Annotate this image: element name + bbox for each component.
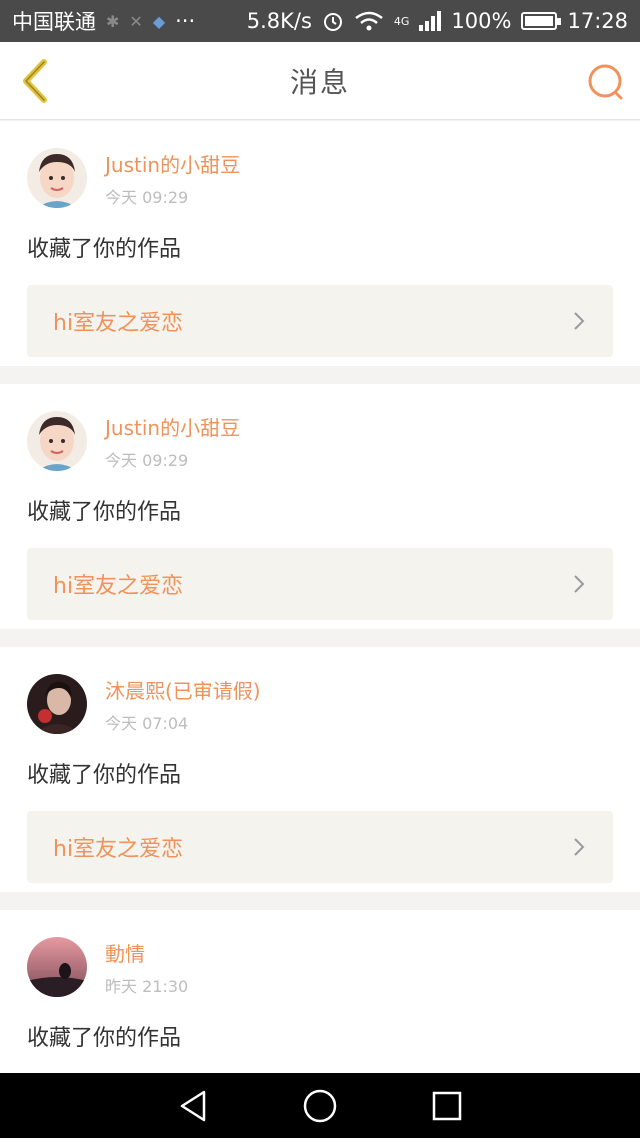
work-title: hi室友之爱恋 [53, 837, 184, 862]
work-title: hi室友之爱恋 [53, 311, 184, 336]
notification-card: 動情 昨天 21:30 收藏了你的作品 [0, 910, 640, 1085]
work-link[interactable]: hi室友之爱恋 [27, 548, 613, 620]
card-header: Justin的小甜豆 今天 09:29 [27, 410, 613, 472]
bluetooth-icon: ✱ [106, 11, 120, 31]
chevron-right-icon [574, 312, 585, 330]
avatar[interactable] [27, 674, 87, 734]
action-text: 收藏了你的作品 [27, 500, 182, 525]
action-text: 收藏了你的作品 [27, 763, 182, 788]
avatar[interactable] [27, 937, 87, 997]
back-chevron-icon[interactable] [16, 58, 60, 104]
username[interactable]: 沐晨熙(已审请假) [105, 675, 261, 704]
avatar-2-image [27, 674, 87, 734]
username[interactable]: 動情 [105, 938, 188, 967]
page-title: 消息 [289, 65, 350, 99]
card-header: 沐晨熙(已审请假) 今天 07:04 [27, 673, 613, 735]
recents-square-icon[interactable] [431, 1090, 463, 1122]
chevron-right-icon [574, 575, 585, 593]
avatar-3-image [27, 937, 87, 997]
notification-card: Justin的小甜豆 今天 09:29 收藏了你的作品 hi室友之爱恋 [0, 121, 640, 366]
card-meta: Justin的小甜豆 今天 09:29 [105, 149, 240, 208]
battery-level-fill [525, 16, 554, 26]
avatar[interactable] [27, 411, 87, 471]
status-right: 5.8K/s 4G 100% 17:28 [247, 9, 628, 33]
timestamp: 今天 09:29 [105, 187, 189, 207]
alarm-icon [323, 13, 342, 31]
status-left: 中国联通 ✱ ✕ ◆ ··· [12, 6, 195, 36]
card-meta: Justin的小甜豆 今天 09:29 [105, 412, 240, 471]
carrier-label: 中国联通 [12, 10, 96, 34]
sim-icon: ✕ [129, 11, 143, 31]
network-type: 4G [393, 14, 410, 28]
status-bar: 中国联通 ✱ ✕ ◆ ··· 5.8K/s 4G 100% 17:28 [0, 0, 640, 42]
timestamp: 今天 07:04 [105, 713, 189, 733]
more-dots-icon: ··· [175, 9, 196, 33]
avatar-1-image [27, 411, 87, 471]
timestamp: 昨天 21:30 [105, 976, 189, 996]
username[interactable]: Justin的小甜豆 [105, 149, 240, 178]
clock: 17:28 [567, 9, 628, 33]
system-nav-bar [0, 1073, 640, 1138]
timestamp: 今天 09:29 [105, 450, 189, 470]
avatar-1-image [27, 148, 87, 208]
notification-feed: Justin的小甜豆 今天 09:29 收藏了你的作品 hi室友之爱恋 Just… [0, 121, 640, 1085]
app-notification-icon: ◆ [152, 11, 166, 31]
action-text: 收藏了你的作品 [27, 237, 182, 262]
wifi-icon [355, 11, 383, 31]
chevron-right-icon [574, 838, 585, 856]
card-header: Justin的小甜豆 今天 09:29 [27, 147, 613, 209]
avatar[interactable] [27, 148, 87, 208]
username[interactable]: Justin的小甜豆 [105, 412, 240, 441]
card-meta: 沐晨熙(已审请假) 今天 07:04 [105, 675, 261, 734]
work-link[interactable]: hi室友之爱恋 [27, 811, 613, 883]
back-triangle-icon[interactable] [177, 1089, 209, 1123]
card-header: 動情 昨天 21:30 [27, 936, 613, 998]
signal-icon [419, 11, 442, 31]
battery-icon [521, 12, 562, 30]
search-icon[interactable] [586, 62, 626, 102]
work-title: hi室友之爱恋 [53, 574, 184, 599]
battery-percent: 100% [451, 9, 512, 33]
notification-card: 沐晨熙(已审请假) 今天 07:04 收藏了你的作品 hi室友之爱恋 [0, 647, 640, 892]
card-meta: 動情 昨天 21:30 [105, 938, 188, 997]
action-text: 收藏了你的作品 [27, 1026, 182, 1051]
home-circle-icon[interactable] [302, 1088, 338, 1124]
nav-bar: 消息 [0, 42, 640, 120]
work-link[interactable]: hi室友之爱恋 [27, 285, 613, 357]
net-speed: 5.8K/s [246, 9, 312, 33]
notification-card: Justin的小甜豆 今天 09:29 收藏了你的作品 hi室友之爱恋 [0, 384, 640, 629]
